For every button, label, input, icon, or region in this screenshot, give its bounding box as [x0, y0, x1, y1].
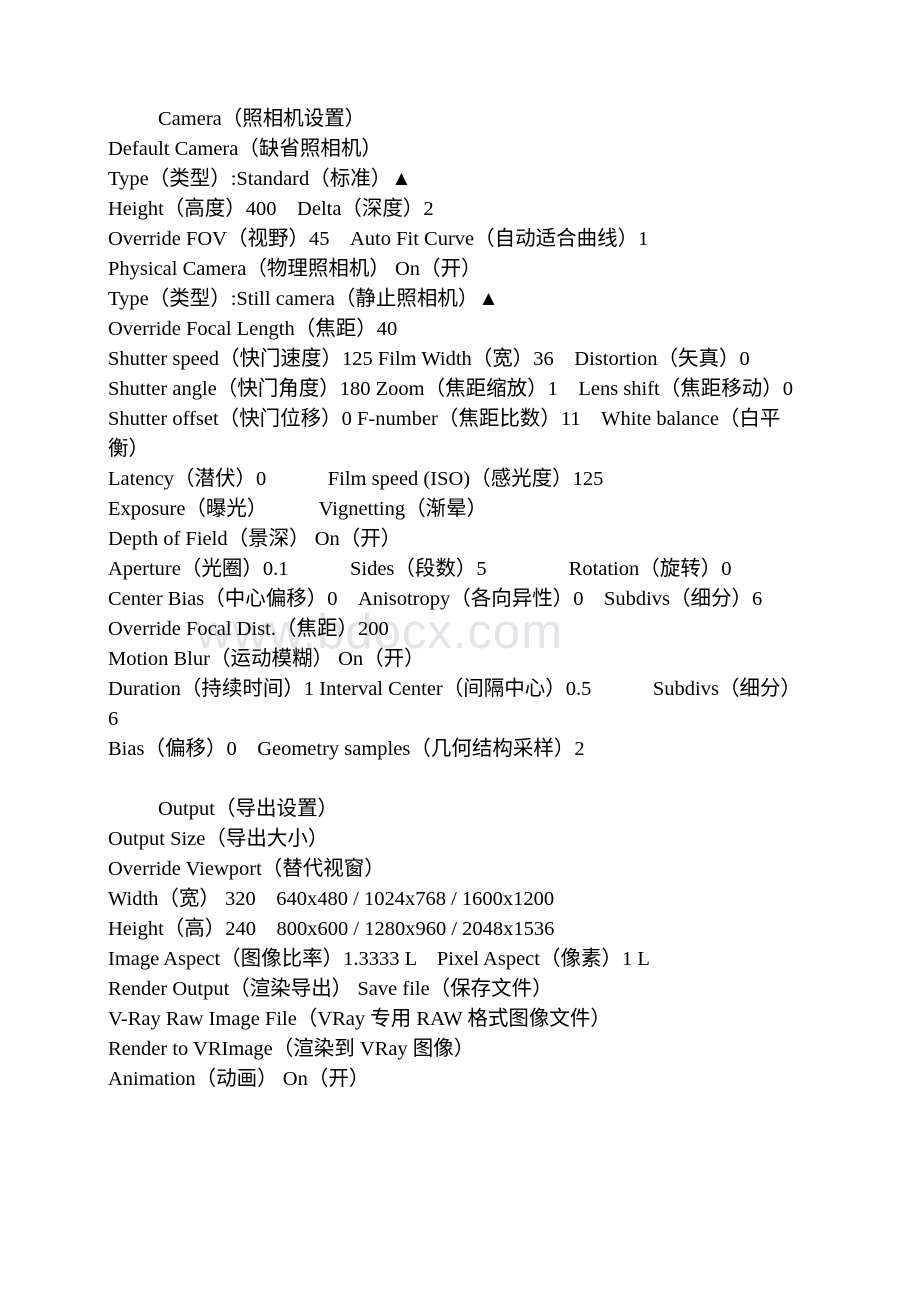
- text-line: Height（高度）400 Delta（深度）2: [108, 198, 434, 220]
- text-line: Animation（动画） On（开）: [108, 1068, 370, 1090]
- text-line: Aperture（光圈）0.1 Sides（段数）5 Rotation（旋转）0: [108, 558, 732, 580]
- text-line: Motion Blur（运动模糊） On（开）: [108, 648, 425, 670]
- text-line: Height（高）240 800x600 / 1280x960 / 2048x1…: [108, 918, 555, 940]
- text-line: Physical Camera（物理照相机） On（开）: [108, 258, 482, 280]
- text-line: Type（类型）:Standard（标准）▲: [108, 168, 412, 190]
- text-line: Bias（偏移）0 Geometry samples（几何结构采样）2: [108, 738, 585, 760]
- document-page: www.bdocx.com Camera（照相机设置） Default Came…: [0, 0, 920, 1302]
- document-text-body: Camera（照相机设置） Default Camera（缺省照相机） Type…: [108, 104, 806, 1094]
- text-line: Override Viewport（替代视窗）: [108, 858, 385, 880]
- text-line: Render Output（渲染导出） Save file（保存文件）: [108, 978, 553, 1000]
- text-line: Override FOV（视野）45 Auto Fit Curve（自动适合曲线…: [108, 228, 649, 250]
- text-line: Width（宽） 320 640x480 / 1024x768 / 1600x1…: [108, 888, 555, 910]
- text-line: Latency（潜伏）0 Film speed (ISO)（感光度）125: [108, 468, 604, 490]
- section-heading-output: Output（导出设置）: [158, 798, 338, 820]
- text-line: Shutter speed（快门速度）125 Film Width（宽）36 D…: [108, 348, 750, 370]
- text-line: Image Aspect（图像比率）1.3333 L Pixel Aspect（…: [108, 948, 650, 970]
- text-line: Shutter angle（快门角度）180 Zoom（焦距缩放）1 Lens …: [108, 378, 793, 400]
- text-line: Override Focal Dist.（焦距）200: [108, 618, 389, 640]
- text-line: Type（类型）:Still camera（静止照相机）▲: [108, 288, 499, 310]
- text-line: Duration（持续时间）1 Interval Center（间隔中心）0.5…: [108, 678, 801, 730]
- section-heading-camera: Camera（照相机设置）: [158, 108, 366, 130]
- text-line: V-Ray Raw Image File（VRay 专用 RAW 格式图像文件）: [108, 1008, 611, 1030]
- text-line: Default Camera（缺省照相机）: [108, 138, 382, 160]
- text-line: Center Bias（中心偏移）0 Anisotropy（各向异性）0 Sub…: [108, 588, 763, 610]
- text-line: Render to VRImage（渲染到 VRay 图像）: [108, 1038, 475, 1060]
- text-line: Exposure（曝光） Vignetting（渐晕）: [108, 498, 488, 520]
- text-line: Depth of Field（景深） On（开）: [108, 528, 402, 550]
- text-line: Output Size（导出大小）: [108, 828, 329, 850]
- text-line: Override Focal Length（焦距）40: [108, 318, 398, 340]
- text-line: Shutter offset（快门位移）0 F-number（焦距比数）11 W…: [108, 408, 781, 460]
